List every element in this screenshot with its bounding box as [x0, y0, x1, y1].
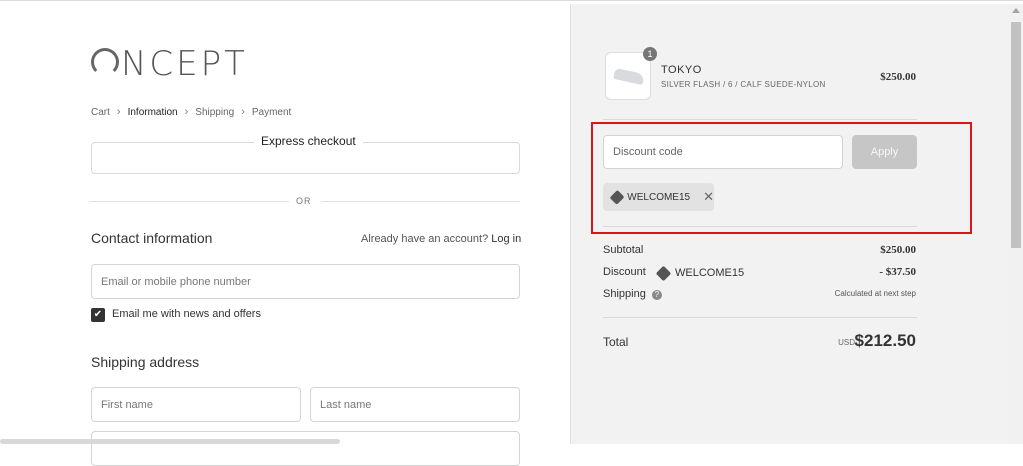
contact-title: Contact information	[91, 230, 213, 246]
checkout-main: NCEPT Cart › Information › Shipping › Pa…	[0, 4, 570, 466]
breadcrumb: Cart › Information › Shipping › Payment	[91, 106, 291, 118]
newsletter-label: Email me with news and offers	[112, 308, 261, 320]
shoe-image	[613, 68, 645, 85]
breadcrumb-information: Information	[127, 106, 178, 118]
vertical-scrollbar[interactable]	[1009, 4, 1023, 444]
chevron-right-icon: ›	[241, 106, 245, 118]
logo-o-mark	[91, 48, 119, 76]
order-summary: 1 TOKYO SILVER FLASH / 6 / CALF SUEDE-NY…	[570, 4, 1023, 444]
email-field[interactable]: Email or mobile phone number	[91, 264, 520, 299]
applied-discount-code: WELCOME15	[627, 191, 691, 203]
login-prompt: Already have an account? Log in	[361, 233, 521, 245]
shipping-label: Shipping?	[603, 288, 662, 300]
product-name: TOKYO	[661, 64, 702, 76]
shipping-title: Shipping address	[91, 354, 200, 370]
chevron-right-icon: ›	[184, 106, 189, 118]
question-icon[interactable]: ?	[651, 290, 662, 300]
discount-code-text: WELCOME15	[675, 267, 745, 279]
summary-divider	[603, 317, 917, 318]
quantity-badge: 1	[643, 47, 657, 61]
newsletter-checkbox[interactable]: ✔	[91, 308, 105, 322]
close-icon[interactable]: ✕	[703, 189, 714, 205]
discount-label: Discount	[603, 266, 646, 278]
horizontal-scrollbar[interactable]	[0, 439, 340, 444]
login-link[interactable]: Log in	[491, 233, 521, 245]
product-variant: SILVER FLASH / 6 / CALF SUEDE-NYLON	[661, 80, 826, 89]
total-value: $212.50	[854, 331, 916, 350]
last-name-field[interactable]: Last name	[310, 387, 520, 422]
subtotal-value: $250.00	[880, 244, 916, 256]
total-label: Total	[603, 335, 629, 349]
breadcrumb-shipping: Shipping	[195, 106, 235, 118]
summary-divider	[603, 119, 917, 120]
subtotal-label: Subtotal	[603, 244, 644, 256]
discount-value: - $37.50	[879, 266, 916, 278]
currency-code: USD	[838, 338, 855, 347]
scroll-up-icon[interactable]	[1012, 8, 1020, 13]
discount-code-input[interactable]: Discount code	[603, 135, 843, 169]
or-divider-left	[89, 201, 289, 202]
logo-text: NCEPT	[121, 44, 248, 84]
chevron-right-icon: ›	[116, 106, 121, 118]
address-field[interactable]	[91, 431, 520, 466]
first-name-field[interactable]: First name	[91, 387, 301, 422]
express-checkout-label: Express checkout	[254, 134, 363, 148]
tag-icon	[655, 265, 672, 281]
discount-code-display: WELCOME15	[655, 265, 745, 281]
or-divider-right	[321, 201, 520, 202]
checkmark-icon: ✔	[93, 309, 103, 320]
product-price: $250.00	[880, 71, 916, 83]
login-prompt-text: Already have an account?	[361, 233, 489, 245]
shipping-value: Calculated at next step	[834, 289, 916, 298]
apply-button[interactable]: Apply	[852, 135, 917, 169]
scrollbar-thumb[interactable]	[1011, 22, 1021, 248]
breadcrumb-cart[interactable]: Cart	[91, 107, 110, 118]
shipping-label-text: Shipping	[603, 288, 646, 300]
summary-divider	[603, 226, 917, 227]
applied-discount-tag: WELCOME15 ✕	[603, 183, 714, 211]
or-text: OR	[296, 196, 312, 206]
store-logo[interactable]: NCEPT	[91, 44, 248, 84]
product-thumbnail	[605, 52, 651, 100]
tag-icon	[609, 189, 625, 205]
breadcrumb-payment: Payment	[251, 106, 292, 118]
